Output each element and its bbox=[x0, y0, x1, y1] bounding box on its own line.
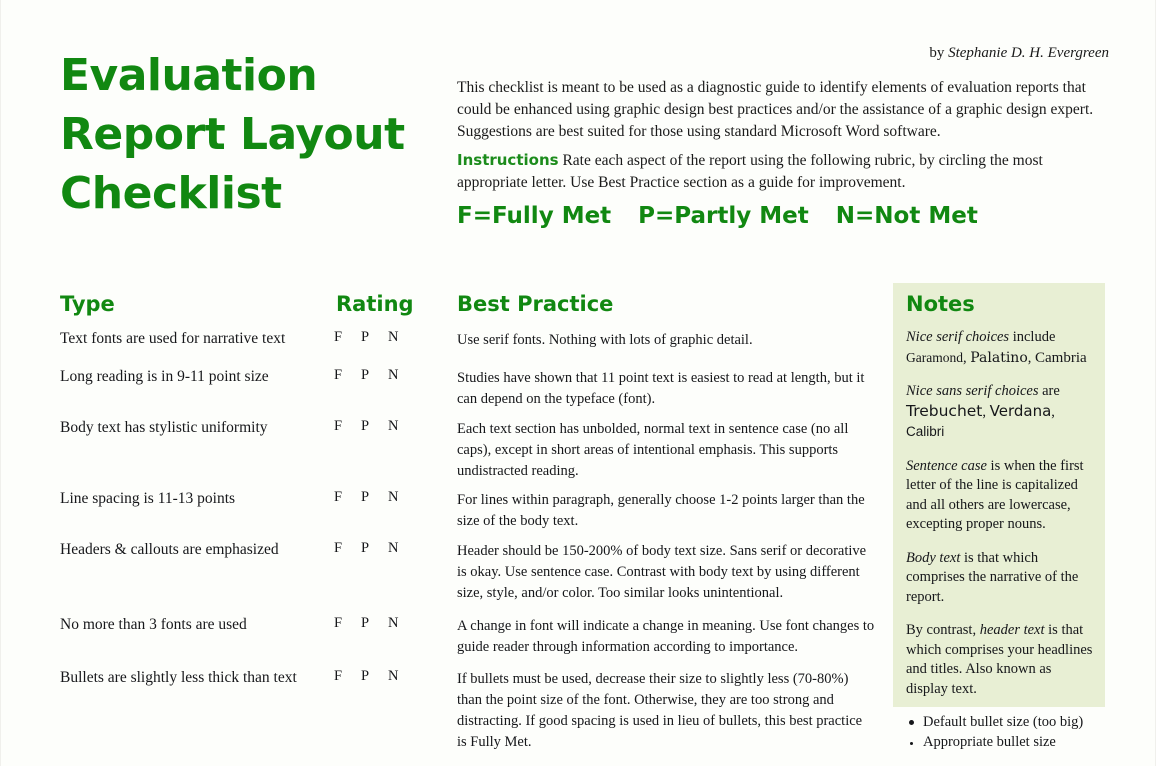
rating-option-p[interactable]: P bbox=[361, 367, 388, 384]
rating-option-n[interactable]: N bbox=[388, 329, 415, 346]
intro-paragraph: This checklist is meant to be used as a … bbox=[457, 79, 1094, 140]
rating-option-f[interactable]: F bbox=[334, 418, 361, 435]
font-sample-verdana: Verdana bbox=[989, 401, 1052, 420]
note-serif-choices: Nice serif choices include Garamond, Pal… bbox=[906, 329, 1087, 366]
rating-option-p[interactable]: P bbox=[361, 668, 388, 685]
notes-body: Nice serif choices include Garamond, Pal… bbox=[906, 328, 1096, 753]
checklist-page: Evaluation Report Layout Checklist by St… bbox=[0, 0, 1156, 766]
row-rating-options[interactable]: FPN bbox=[334, 418, 444, 435]
rating-option-n[interactable]: N bbox=[388, 668, 415, 685]
row-best-practice-text: A change in font will indicate a change … bbox=[457, 618, 875, 655]
list-item: Default bullet size (too big) bbox=[906, 713, 1096, 732]
font-sample-palatino: Palatino bbox=[970, 349, 1028, 366]
list-item-label: Default bullet size (too big) bbox=[923, 714, 1084, 730]
row-type-label: Line spacing is 11-13 points bbox=[60, 490, 236, 507]
note-sentence-case-label: Sentence case bbox=[906, 457, 987, 474]
rating-option-p[interactable]: P bbox=[361, 540, 388, 557]
rating-option-f[interactable]: F bbox=[334, 367, 361, 384]
column-header-type: Type bbox=[60, 292, 115, 316]
rating-option-f[interactable]: F bbox=[334, 329, 361, 346]
note-sans-choices: Nice sans serif choices are Trebuchet, V… bbox=[906, 383, 1060, 439]
rubric-fully-met: F=Fully Met bbox=[457, 203, 612, 229]
row-rating-options[interactable]: FPN bbox=[334, 489, 444, 506]
row-type-label: Bullets are slightly less thick than tex… bbox=[60, 669, 297, 686]
column-header-rating: Rating bbox=[336, 292, 414, 316]
rating-option-n[interactable]: N bbox=[388, 418, 415, 435]
list-item: Appropriate bullet size bbox=[906, 733, 1096, 752]
row-best-practice-text: If bullets must be used, decrease their … bbox=[457, 671, 863, 750]
list-item-label: Appropriate bullet size bbox=[923, 734, 1056, 750]
column-header-best-practice: Best Practice bbox=[457, 292, 614, 316]
row-type-label: Text fonts are used for narrative text bbox=[60, 330, 286, 347]
row-type-label: Long reading is in 9-11 point size bbox=[60, 368, 269, 385]
rating-option-n[interactable]: N bbox=[388, 489, 415, 506]
row-best-practice-text: For lines within paragraph, generally ch… bbox=[457, 492, 865, 529]
instructions-label: Instructions bbox=[457, 151, 559, 169]
note-serif-label: Nice serif choices bbox=[906, 329, 1010, 345]
note-serif-after: include bbox=[1009, 329, 1056, 345]
row-type-label: No more than 3 fonts are used bbox=[60, 616, 247, 633]
rating-option-p[interactable]: P bbox=[361, 489, 388, 506]
rubric-partly-met: P=Partly Met bbox=[638, 203, 809, 229]
row-type-label: Body text has stylistic uniformity bbox=[60, 419, 268, 436]
row-best-practice-text: Studies have shown that 11 point text is… bbox=[457, 370, 865, 407]
note-header-text-prefix: By contrast, bbox=[906, 622, 980, 638]
font-sample-garamond: Garamond bbox=[906, 349, 963, 365]
rating-option-n[interactable]: N bbox=[388, 367, 415, 384]
row-best-practice-text: Use serif fonts. Nothing with lots of gr… bbox=[457, 332, 753, 348]
rating-option-f[interactable]: F bbox=[334, 668, 361, 685]
rubric-legend: F=Fully Met P=Partly Met N=Not Met bbox=[457, 203, 978, 229]
byline-author: Stephanie D. H. Evergreen bbox=[948, 45, 1109, 61]
bullet-dot-icon bbox=[910, 742, 913, 745]
rating-option-n[interactable]: N bbox=[388, 615, 415, 632]
rating-option-p[interactable]: P bbox=[361, 615, 388, 632]
row-rating-options[interactable]: FPN bbox=[334, 540, 444, 557]
note-sans-label: Nice sans serif choices bbox=[906, 383, 1039, 399]
note-sentence-case: Sentence case is when the first letter o… bbox=[906, 457, 1096, 535]
note-sans-after: are bbox=[1038, 383, 1060, 399]
rating-option-f[interactable]: F bbox=[334, 489, 361, 506]
page-title: Evaluation Report Layout Checklist bbox=[60, 50, 405, 219]
note-body-text-label: Body text bbox=[906, 549, 961, 566]
bullet-dot-icon bbox=[909, 720, 914, 725]
notes-heading: Notes bbox=[906, 292, 975, 316]
instructions-block: Instructions Rate each aspect of the rep… bbox=[457, 149, 1101, 194]
rubric-not-met: N=Not Met bbox=[835, 203, 978, 229]
note-header-text-label: header text bbox=[979, 622, 1045, 638]
rating-option-f[interactable]: F bbox=[334, 615, 361, 632]
row-rating-options[interactable]: FPN bbox=[334, 615, 444, 632]
row-rating-options[interactable]: FPN bbox=[334, 367, 444, 384]
note-body-text: Body text is that which comprises the na… bbox=[906, 549, 1096, 608]
font-sample-calibri: Calibri bbox=[906, 424, 945, 439]
row-rating-options[interactable]: FPN bbox=[334, 668, 444, 685]
rating-option-n[interactable]: N bbox=[388, 540, 415, 557]
row-type-label: Headers & callouts are emphasized bbox=[60, 541, 279, 558]
note-header-text: By contrast, header text is that which c… bbox=[906, 621, 1096, 699]
rating-option-p[interactable]: P bbox=[361, 418, 388, 435]
note-bullet-list: Default bullet size (too big) Appropriate… bbox=[906, 713, 1096, 752]
row-best-practice-text: Header should be 150-200% of body text s… bbox=[457, 543, 867, 601]
font-sample-trebuchet: Trebuchet bbox=[906, 401, 983, 420]
font-sample-cambria: Cambria bbox=[1035, 349, 1087, 366]
row-rating-options[interactable]: FPN bbox=[334, 329, 444, 346]
row-best-practice-text: Each text section has unbolded, normal t… bbox=[457, 421, 849, 479]
byline-prefix: by bbox=[929, 45, 949, 61]
rating-option-p[interactable]: P bbox=[361, 329, 388, 346]
rating-option-f[interactable]: F bbox=[334, 540, 361, 557]
author-byline: by Stephanie D. H. Evergreen bbox=[929, 45, 1109, 62]
